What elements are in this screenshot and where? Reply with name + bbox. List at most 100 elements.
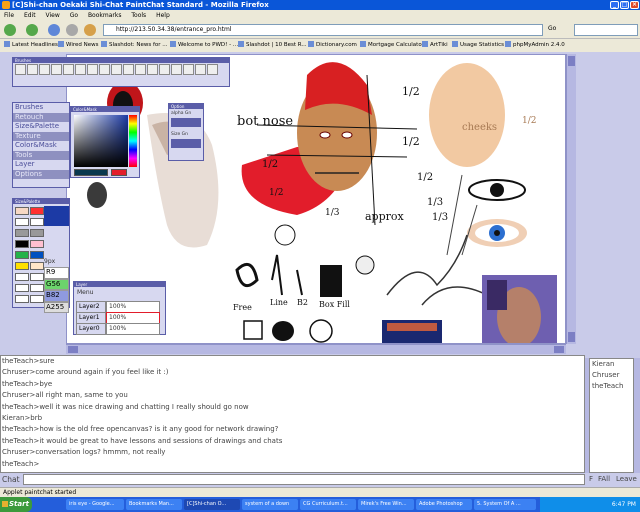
- pencil-tool-icon[interactable]: [87, 64, 98, 75]
- eraser-tool-icon[interactable]: [147, 64, 158, 75]
- palette-swatch[interactable]: [15, 240, 29, 248]
- canvas-horizontal-scrollbar[interactable]: [66, 344, 566, 354]
- scrollbar-arrow-left[interactable]: [68, 346, 78, 353]
- palette-swatch[interactable]: [30, 207, 44, 215]
- layer-row[interactable]: Layer2 100%: [76, 301, 164, 313]
- mask-color[interactable]: [111, 169, 127, 176]
- user-item[interactable]: theTeach: [592, 381, 633, 392]
- maximize-button[interactable]: □: [620, 1, 629, 9]
- palette-swatch[interactable]: [15, 229, 29, 237]
- user-item[interactable]: Kieran: [592, 359, 633, 370]
- forward-icon[interactable]: [26, 24, 38, 36]
- eraser-tool-icon[interactable]: [135, 64, 146, 75]
- bookmark-item[interactable]: Latest Headlines: [4, 39, 58, 52]
- layer-row[interactable]: Layer0 100%: [76, 323, 164, 335]
- brush-tool-icon[interactable]: [51, 64, 62, 75]
- user-item[interactable]: Chruser: [592, 370, 633, 381]
- red-value-field[interactable]: R9: [44, 267, 69, 279]
- f-button[interactable]: F: [589, 474, 593, 485]
- stop-icon[interactable]: [66, 24, 78, 36]
- alpha-value-field[interactable]: A255: [44, 301, 69, 313]
- menu-go[interactable]: Go: [70, 12, 78, 19]
- search-field[interactable]: [574, 24, 638, 36]
- palette-swatch[interactable]: [15, 207, 29, 215]
- bookmark-item[interactable]: Dictionary.com: [308, 39, 357, 52]
- menu-edit[interactable]: Edit: [24, 12, 36, 19]
- taskbar-item[interactable]: [C]Shi-chan O...: [184, 499, 240, 510]
- airbrush-tool-icon[interactable]: [159, 64, 170, 75]
- taskbar-item[interactable]: 5. System Of A ...: [474, 499, 536, 510]
- pen-tool-icon[interactable]: [27, 64, 38, 75]
- close-button[interactable]: ×: [630, 1, 639, 9]
- color-picker-square[interactable]: [74, 115, 128, 167]
- palette-swatch[interactable]: [30, 262, 44, 270]
- size-slider[interactable]: [171, 139, 201, 148]
- chat-input[interactable]: [23, 474, 585, 485]
- palette-swatch[interactable]: [15, 273, 29, 281]
- bucket-tool-icon[interactable]: [195, 64, 206, 75]
- reload-icon[interactable]: [48, 24, 60, 36]
- bookmark-item[interactable]: phpMyAdmin 2.4.0: [505, 39, 565, 52]
- minimize-button[interactable]: _: [610, 1, 619, 9]
- canvas-vertical-scrollbar[interactable]: [566, 54, 576, 344]
- brush-tool-icon[interactable]: [75, 64, 86, 75]
- palette-swatch[interactable]: [30, 229, 44, 237]
- palette-swatch[interactable]: [30, 218, 44, 226]
- scrollbar-arrow-down[interactable]: [568, 332, 575, 342]
- menu-tools[interactable]: Tools: [13, 150, 69, 160]
- bookmark-item[interactable]: Slashdot | 10 Best R...: [238, 39, 307, 52]
- taskbar-item[interactable]: CG Curriculum.t...: [300, 499, 356, 510]
- blue-value-field[interactable]: B82: [44, 290, 69, 302]
- user-list-scrollbar[interactable]: [634, 358, 640, 473]
- palette-swatch[interactable]: [15, 262, 29, 270]
- palette-swatch[interactable]: [30, 295, 44, 303]
- home-icon[interactable]: [84, 24, 96, 36]
- palette-swatch[interactable]: [30, 273, 44, 281]
- palette-swatch[interactable]: [15, 218, 29, 226]
- palette-swatch[interactable]: [15, 295, 29, 303]
- pen-tool-icon[interactable]: [39, 64, 50, 75]
- smudge-tool-icon[interactable]: [123, 64, 134, 75]
- fall-button[interactable]: FAll: [598, 474, 610, 485]
- taskbar-item[interactable]: Bookmarks Man...: [126, 499, 182, 510]
- taskbar-item[interactable]: system of a down: [242, 499, 298, 510]
- url-field[interactable]: http://213.50.34.38/entrance_pro.html: [103, 24, 543, 36]
- menu-color-mask[interactable]: Color&Mask: [13, 141, 69, 151]
- menu-file[interactable]: File: [4, 12, 14, 19]
- alpha-slider[interactable]: [171, 118, 201, 127]
- pencil-tool-icon[interactable]: [99, 64, 110, 75]
- menu-retouch[interactable]: Retouch: [13, 112, 69, 122]
- menu-help[interactable]: Help: [156, 12, 170, 19]
- menu-view[interactable]: View: [46, 12, 60, 19]
- layer-row[interactable]: Layer1 100%: [76, 312, 164, 324]
- taskbar-item[interactable]: iris eye - Google...: [66, 499, 124, 510]
- scrollbar-arrow-right[interactable]: [554, 346, 564, 353]
- green-value-field[interactable]: G56: [44, 278, 69, 290]
- taskbar-item[interactable]: Mirek's Free Win...: [358, 499, 414, 510]
- bookmark-item[interactable]: Slashdot: News for ...: [101, 39, 168, 52]
- go-button[interactable]: Go: [548, 25, 556, 32]
- water-tool-icon[interactable]: [183, 64, 194, 75]
- menu-bookmarks[interactable]: Bookmarks: [88, 12, 122, 19]
- menu-tools[interactable]: Tools: [131, 12, 146, 19]
- palette-swatch[interactable]: [30, 240, 44, 248]
- menu-options[interactable]: Options: [13, 169, 69, 179]
- menu-layer[interactable]: Layer: [13, 160, 69, 170]
- menu-brushes[interactable]: Brushes: [13, 103, 69, 113]
- menu-size-palette[interactable]: Size&Palette: [13, 122, 69, 132]
- layer-menu-button[interactable]: Menu: [74, 287, 165, 298]
- palette-swatch[interactable]: [15, 251, 29, 259]
- menu-texture[interactable]: Texture: [13, 131, 69, 141]
- bookmark-item[interactable]: Mortgage Calculator: [360, 39, 424, 52]
- leave-button[interactable]: Leave: [616, 474, 637, 485]
- airbrush-tool-icon[interactable]: [171, 64, 182, 75]
- taskbar-item[interactable]: Adobe Photoshop: [416, 499, 472, 510]
- scrollbar-arrow-up[interactable]: [568, 56, 575, 66]
- start-button[interactable]: Start: [0, 497, 32, 512]
- bookmark-item[interactable]: Welcome to PWD! - ...: [170, 39, 238, 52]
- bookmark-item[interactable]: Wired News: [58, 39, 98, 52]
- palette-swatch[interactable]: [15, 284, 29, 292]
- blur-tool-icon[interactable]: [111, 64, 122, 75]
- back-icon[interactable]: [4, 24, 16, 36]
- hue-slider[interactable]: [129, 115, 137, 167]
